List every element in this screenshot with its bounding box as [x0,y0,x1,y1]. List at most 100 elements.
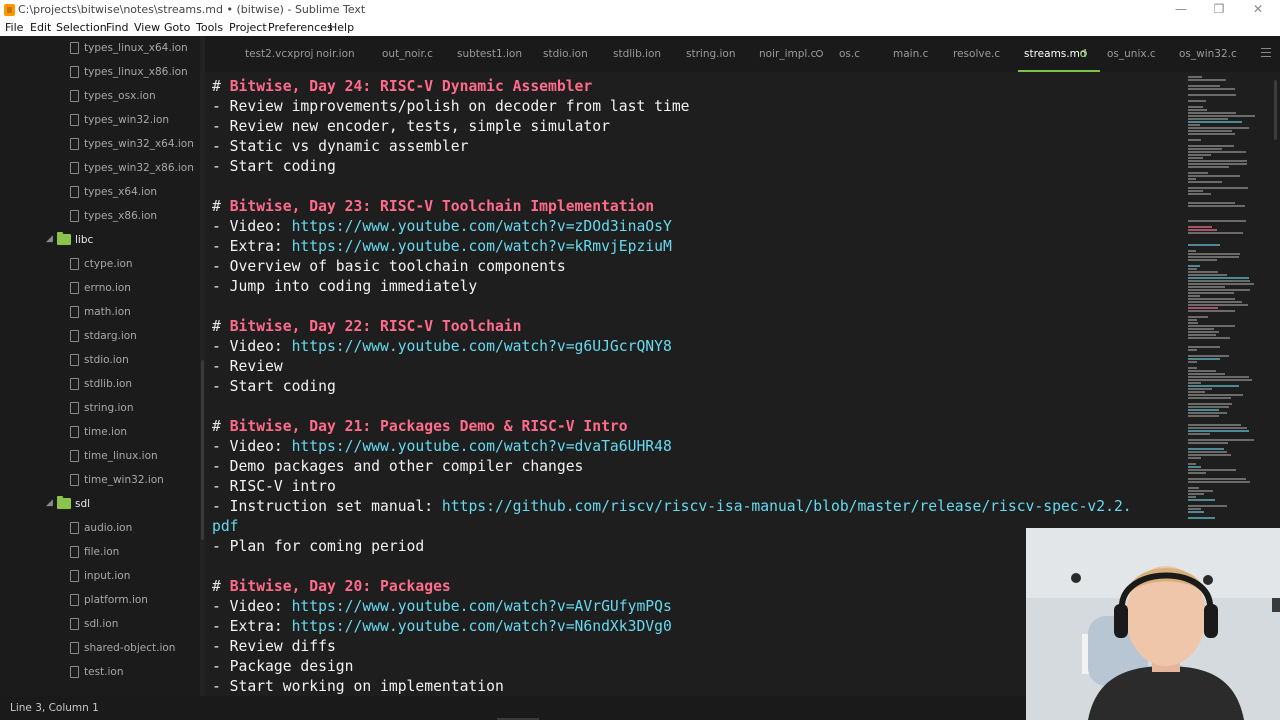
sidebar-folder-sdl[interactable]: ◢ sdl [0,493,200,517]
url-link[interactable]: https://github.com/riscv/riscv-isa-manua… [442,498,1132,515]
tab-os_unix.c[interactable]: os_unix.c [1107,48,1156,60]
file-label: types_linux_x86.ion [84,66,188,78]
url-link[interactable]: https://www.youtube.com/watch?v=g6UJGcrQ… [292,338,672,355]
expand-chevron-icon[interactable]: ◢ [46,498,53,508]
minimap-line [1188,379,1252,381]
menu-help[interactable]: Help [329,21,354,34]
unsaved-dot-icon[interactable] [1080,50,1087,57]
sidebar-file-item[interactable]: types_win32.ion [0,109,200,133]
sidebar-file-item[interactable]: stdlib.ion [0,373,200,397]
sidebar-folder-libc[interactable]: ◢ libc [0,229,200,253]
editor-scrollbar-thumb[interactable] [1274,80,1277,140]
tab-string.ion[interactable]: string.ion [686,48,735,60]
minimap-line [1188,442,1228,444]
heading-text: Bitwise, Day 20: Packages [229,578,451,595]
tab-main.c[interactable]: main.c [893,48,928,60]
url-link[interactable]: https://www.youtube.com/watch?v=dvaTa6UH… [292,438,672,455]
sidebar-file-item[interactable]: types_win32_x86.ion [0,157,200,181]
tab-os.c[interactable]: os.c [839,48,860,60]
sidebar-scrollbar-thumb[interactable] [201,360,204,540]
minimap-line [1188,382,1201,384]
close-button[interactable]: ✕ [1239,0,1277,20]
sidebar-file-item[interactable]: types_linux_x64.ion [0,37,200,61]
sidebar-file-item[interactable]: types_osx.ion [0,85,200,109]
sidebar-file-item[interactable]: platform.ion [0,589,200,613]
minimap-line [1188,286,1225,288]
tab-noir_impl.c[interactable]: noir_impl.c [759,48,816,60]
sidebar-file-item[interactable]: stdio.ion [0,349,200,373]
sidebar-file-item[interactable]: shared-object.ion [0,637,200,661]
minimap-line [1188,79,1226,81]
editor-line: - Review diffs [212,637,336,657]
minimap-line [1188,94,1236,96]
minimap-line [1188,481,1250,483]
tab-streams.md[interactable]: streams.md [1024,48,1087,60]
tab-test2.vcxproj[interactable]: test2.vcxproj [245,48,313,60]
url-link[interactable]: pdf [212,518,239,535]
menu-selection[interactable]: Selection [56,21,107,34]
editor-line: - Jump into coding immediately [212,277,477,297]
sidebar-file-item[interactable]: time_linux.ion [0,445,200,469]
line-text: - Review [212,358,283,375]
sidebar-file-item[interactable]: string.ion [0,397,200,421]
menu-file[interactable]: File [5,21,23,34]
url-link[interactable]: https://www.youtube.com/watch?v=N6ndXk3D… [292,618,672,635]
url-link[interactable]: https://www.youtube.com/watch?v=AVrGUfym… [292,598,672,615]
sidebar-file-item[interactable]: sdl.ion [0,613,200,637]
sidebar-file-item[interactable]: file.ion [0,541,200,565]
tab-subtest1.ion[interactable]: subtest1.ion [457,48,522,60]
editor-line: pdf [212,517,239,537]
sidebar-file-item[interactable]: stdarg.ion [0,325,200,349]
tab-out_noir.c[interactable]: out_noir.c [382,48,433,60]
line-text: - Video: [212,438,292,455]
sidebar-file-item[interactable]: time.ion [0,421,200,445]
tab-os_win32.c[interactable]: os_win32.c [1179,48,1237,60]
sidebar-file-item[interactable]: types_x64.ion [0,181,200,205]
menu-tools[interactable]: Tools [196,21,223,34]
url-link[interactable]: https://www.youtube.com/watch?v=zDOd3ina… [292,218,672,235]
editor-line: - Video: https://www.youtube.com/watch?v… [212,217,672,237]
tab-list-menu-icon[interactable] [1261,48,1271,57]
menu-view[interactable]: View [134,21,160,34]
file-label: input.ion [84,570,131,582]
menu-preferences[interactable]: Preferences [268,21,333,34]
maximize-button[interactable]: ❐ [1200,0,1238,20]
sidebar-file-item[interactable]: time_win32.ion [0,469,200,493]
heading-marker: # [212,418,230,435]
minimize-button[interactable]: — [1162,0,1200,20]
minimap-line [1188,280,1250,282]
file-icon [70,186,79,198]
url-link[interactable]: https://www.youtube.com/watch?v=kRmvjEpz… [292,238,672,255]
folder-icon [57,496,71,509]
sidebar-file-item[interactable]: audio.ion [0,517,200,541]
file-icon [70,66,79,78]
sidebar-file-item[interactable]: ctype.ion [0,253,200,277]
menu-project[interactable]: Project [229,21,267,34]
minimap-line [1188,469,1236,471]
editor-line: - Review [212,357,283,377]
expand-chevron-icon[interactable]: ◢ [46,234,53,244]
heading-text: Bitwise, Day 23: RISC-V Toolchain Implem… [229,198,655,215]
menu-goto[interactable]: Goto [164,21,190,34]
sidebar-file-item[interactable]: errno.ion [0,277,200,301]
file-icon [70,642,79,654]
sidebar-file-item[interactable]: input.ion [0,565,200,589]
tab-resolve.c[interactable]: resolve.c [953,48,1000,60]
tab-noir.ion[interactable]: noir.ion [316,48,355,60]
tab-stdlib.ion[interactable]: stdlib.ion [613,48,661,60]
sidebar-file-item[interactable]: types_x86.ion [0,205,200,229]
menu-find[interactable]: Find [106,21,129,34]
minimap-line [1188,316,1208,318]
tab-bar: test2.vcxproj noir.ion out_noir.c subtest1.… [205,36,1280,72]
editor-line: - Static vs dynamic assembler [212,137,468,157]
sidebar-file-item[interactable]: types_win32_x64.ion [0,133,200,157]
sidebar-file-item[interactable]: test.ion [0,661,200,685]
menu-edit[interactable]: Edit [30,21,51,34]
editor-line: # Bitwise, Day 24: RISC-V Dynamic Assemb… [212,77,592,97]
tab-stdio.ion[interactable]: stdio.ion [543,48,588,60]
minimap-line [1188,430,1249,432]
unsaved-dot-icon[interactable] [816,50,823,57]
sidebar-file-item[interactable]: types_linux_x86.ion [0,61,200,85]
minimap-line [1188,157,1203,159]
sidebar-file-item[interactable]: math.ion [0,301,200,325]
